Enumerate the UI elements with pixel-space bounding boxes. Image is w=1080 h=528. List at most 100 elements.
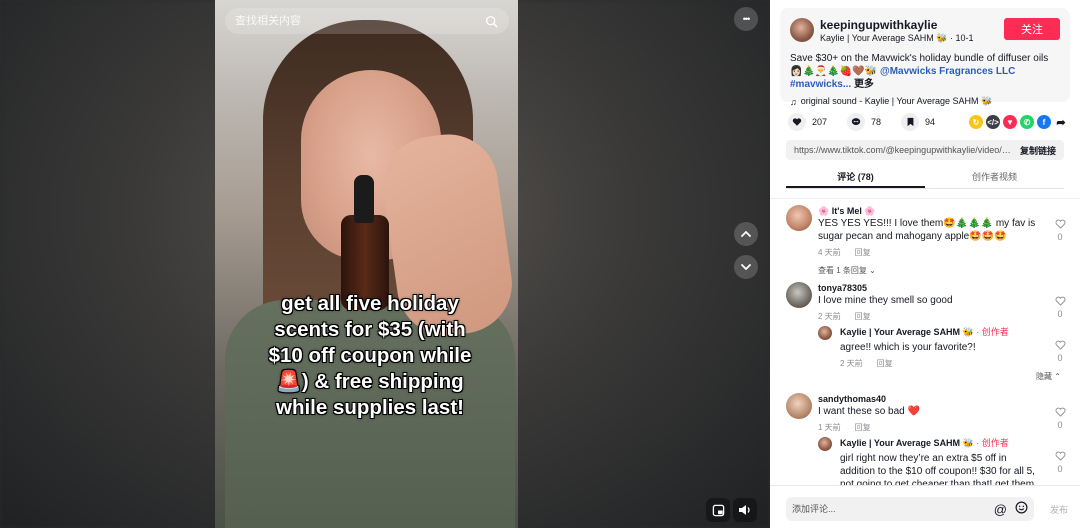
bookmark-icon[interactable] — [901, 113, 920, 131]
comment-icon[interactable] — [847, 113, 866, 131]
video-description: Save $30+ on the Mavwick's holiday bundl… — [790, 52, 1060, 91]
share-link-box: https://www.tiktok.com/@keepingupwithkay… — [786, 140, 1064, 160]
emoji-icon[interactable] — [1015, 501, 1028, 517]
reply-item: Kaylie | Your Average SAHM 🐝 · 创作者 girl … — [818, 437, 1066, 485]
previous-video-button[interactable] — [734, 222, 758, 246]
hashtag-link[interactable]: #mavwicks... — [790, 79, 851, 90]
share-options: ↻ </> ▼ ✆ f ➦ — [969, 115, 1068, 129]
tab-comments[interactable]: 评论 (78) — [786, 168, 925, 188]
video-caption: get all five holiday scents for $35 (wit… — [240, 291, 500, 421]
share-url[interactable]: https://www.tiktok.com/@keepingupwithkay… — [794, 145, 1012, 155]
sound-row[interactable]: ♫ original sound - Kaylie | Your Average… — [790, 96, 1060, 107]
speaker-icon — [739, 505, 750, 515]
sound-label[interactable]: original sound - Kaylie | Your Average S… — [801, 96, 992, 107]
commenter-name[interactable]: 🌸 It's Mel 🌸 — [818, 205, 1040, 217]
caption-line: 🚨) & free shipping — [276, 370, 464, 393]
heart-outline-icon[interactable] — [1055, 451, 1066, 461]
comment-item: sandythomas40 I want these so bad ❤️ 1 天… — [786, 393, 1066, 433]
commenter-name[interactable]: Kaylie | Your Average SAHM 🐝 · 创作者 — [840, 437, 1040, 449]
author-avatar[interactable] — [790, 18, 814, 42]
comment-text: I love mine they smell so good — [818, 295, 953, 306]
reply-button[interactable]: 回复 — [855, 247, 871, 258]
heart-outline-icon[interactable] — [1055, 340, 1066, 350]
copy-link-button[interactable]: 复制链接 — [1020, 144, 1056, 157]
save-count: 94 — [925, 117, 936, 127]
comment-like[interactable]: 0 — [1054, 296, 1066, 319]
send-to-friends-icon[interactable]: ▼ — [1003, 115, 1017, 129]
comment-like-count: 0 — [1057, 420, 1063, 430]
comment-like[interactable]: 0 — [1054, 407, 1066, 430]
comment-like-count: 0 — [1057, 353, 1063, 363]
commenter-avatar[interactable] — [786, 205, 812, 231]
comment-text: girl right now they’re an extra $5 off i… — [840, 453, 1035, 485]
comment-input[interactable] — [792, 504, 994, 514]
comment-like[interactable]: 0 — [1054, 340, 1066, 363]
caption-line: scents for $35 (with — [274, 318, 466, 341]
embed-icon[interactable]: </> — [986, 115, 1000, 129]
reply-button[interactable]: 回复 — [877, 358, 893, 369]
video-search-bar[interactable] — [225, 8, 509, 34]
reply-button[interactable]: 回复 — [855, 311, 871, 322]
like-stat[interactable]: 207 — [788, 113, 827, 131]
next-video-button[interactable] — [734, 255, 758, 279]
creator-avatar[interactable] — [818, 437, 832, 451]
commenter-avatar[interactable] — [786, 393, 812, 419]
commenter-name[interactable]: sandythomas40 — [818, 393, 1040, 405]
reply-button[interactable]: 回复 — [855, 422, 871, 433]
comment-item: 🌸 It's Mel 🌸 YES YES YES!!! I love them🤩… — [786, 205, 1066, 275]
heart-outline-icon[interactable] — [1055, 296, 1066, 306]
video-search-input[interactable] — [235, 15, 483, 27]
save-stat[interactable]: 94 — [901, 113, 935, 131]
video-player[interactable] — [215, 0, 518, 528]
creator-badge: · 创作者 — [976, 438, 1009, 448]
reply-item: Kaylie | Your Average SAHM 🐝 · 创作者 agree… — [818, 326, 1066, 368]
cross-share-icon[interactable]: ↻ — [969, 115, 983, 129]
tab-creator-videos[interactable]: 创作者视频 — [925, 168, 1064, 188]
like-count: 207 — [812, 117, 828, 127]
comment-count: 78 — [871, 117, 882, 127]
creator-avatar[interactable] — [818, 326, 832, 340]
video-stage: get all five holiday scents for $35 (wit… — [0, 0, 770, 528]
comment-time: 1 天前 — [818, 423, 841, 432]
comment-stat[interactable]: 78 — [847, 113, 881, 131]
caption-line: while supplies last! — [276, 396, 464, 419]
facebook-icon[interactable]: f — [1037, 115, 1051, 129]
share-arrow-icon[interactable]: ➦ — [1054, 115, 1068, 129]
comment-text: YES YES YES!!! I love them🤩🎄🎄🎄 my fav is… — [818, 218, 1036, 242]
heart-outline-icon[interactable] — [1055, 407, 1066, 417]
commenter-name[interactable]: tonya78305 — [818, 282, 1040, 294]
more-options-button[interactable]: ••• — [734, 7, 758, 31]
mention-icon[interactable]: @ — [994, 502, 1007, 517]
comment-item: tonya78305 I love mine they smell so goo… — [786, 282, 1066, 327]
comment-input-box[interactable]: @ — [786, 497, 1034, 521]
more-icon: ••• — [742, 14, 751, 24]
follow-button[interactable]: 关注 — [1004, 18, 1060, 40]
chevron-up-icon — [741, 231, 751, 237]
comment-like[interactable]: 0 — [1054, 451, 1066, 474]
heart-outline-icon[interactable] — [1055, 219, 1066, 229]
commenter-avatar[interactable] — [786, 282, 812, 308]
comment-like-count: 0 — [1057, 309, 1063, 319]
search-icon[interactable] — [483, 13, 499, 29]
picture-in-picture-button[interactable] — [706, 498, 730, 522]
comment-list[interactable]: 🌸 It's Mel 🌸 YES YES YES!!! I love them🤩… — [770, 198, 1080, 485]
volume-button[interactable] — [733, 498, 757, 522]
panel-tabs: 评论 (78) 创作者视频 — [786, 168, 1064, 189]
commenter-name[interactable]: Kaylie | Your Average SAHM 🐝 · 创作者 — [840, 326, 1040, 338]
heart-icon[interactable] — [788, 113, 806, 131]
comment-like[interactable]: 0 — [1054, 219, 1066, 242]
comment-composer: @ 发布 — [770, 485, 1080, 528]
more-button[interactable]: 更多 — [854, 79, 874, 90]
author-handle[interactable]: keepingupwithkaylie — [820, 18, 1004, 32]
comment-time: 4 天前 — [818, 248, 841, 257]
post-comment-button[interactable]: 发布 — [1050, 503, 1068, 516]
collapse-replies-button[interactable]: 隐藏 ⌃ — [1036, 371, 1061, 382]
video-dropper — [354, 175, 374, 223]
pip-icon — [712, 504, 724, 516]
comment-time: 2 天前 — [840, 359, 863, 368]
engagement-bar: 207 78 94 ↻ </> ▼ ✆ f ➦ — [788, 113, 1068, 131]
mention-link[interactable]: @Mavwicks Fragrances LLC — [880, 66, 1015, 77]
whatsapp-icon[interactable]: ✆ — [1020, 115, 1034, 129]
view-replies-button[interactable]: 查看 1 条回复 ⌄ — [818, 265, 1040, 276]
caption-line: get all five holiday — [281, 292, 459, 315]
